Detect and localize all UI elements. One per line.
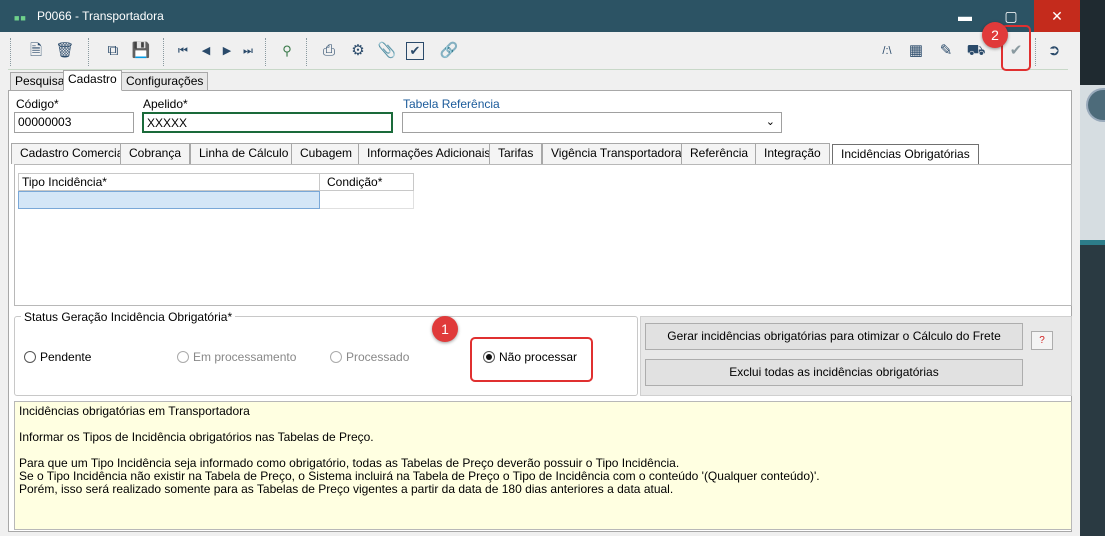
subtab-informacoes-adicionais[interactable]: Informações Adicionais <box>358 143 500 164</box>
grid-cell-condicao[interactable] <box>320 191 414 209</box>
tab-configuracoes[interactable]: Configurações <box>121 72 209 91</box>
subtab-incidencias-obrigatorias[interactable]: Incidências Obrigatórias <box>832 144 979 164</box>
info-line: Incidências obrigatórias em Transportado… <box>19 404 250 418</box>
info-line: Porém, isso será realizado somente para … <box>19 482 674 496</box>
desktop-area <box>1080 0 1105 85</box>
radio-pendente-label[interactable]: Pendente <box>40 350 91 364</box>
new-document-icon[interactable]: 🗎 <box>25 40 47 62</box>
minimize-button[interactable]: ▬ <box>942 0 988 32</box>
link-icon[interactable]: 🔗 <box>438 40 460 62</box>
subtab-cobranca[interactable]: Cobrança <box>120 143 191 164</box>
radio-processado <box>330 351 342 363</box>
desktop-area-lower <box>1080 245 1105 536</box>
excluir-incidencias-button[interactable]: Exclui todas as incidências obrigatórias <box>645 359 1023 386</box>
toolbar: 🗎 🗑 ⧉ 💾 ⏮ ◀ ▶ ⏭ ⚲ ⎙ ⚙ 📎 ✔ 🔗 /:\ ▦ ✎ ⛟ ✔ … <box>8 34 1068 70</box>
toolbar-separator <box>163 38 164 66</box>
tabela-referencia-select[interactable]: ⌄ <box>402 112 782 133</box>
table-icon[interactable]: ▦ <box>905 40 927 62</box>
next-record-icon[interactable]: ▶ <box>216 40 238 62</box>
attach-icon[interactable]: 📎 <box>376 40 398 62</box>
last-record-icon[interactable]: ⏭ <box>237 40 259 62</box>
minimize-icon: ▬ <box>958 8 972 24</box>
subtab-tarifas[interactable]: Tarifas <box>489 143 543 164</box>
info-line: Informar os Tipos de Incidência obrigató… <box>19 430 374 444</box>
toolbar-separator <box>88 38 89 66</box>
radio-processado-label: Processado <box>346 350 410 364</box>
window-title: P0066 - Transportadora <box>37 9 164 23</box>
truck-icon[interactable]: ⛟ <box>965 40 987 62</box>
tabela-referencia-label: Tabela Referência <box>403 97 500 111</box>
codigo-label: Código* <box>16 97 59 111</box>
copy-icon[interactable]: ⧉ <box>102 40 124 62</box>
delete-icon[interactable]: 🗑 <box>54 40 76 62</box>
check-icon[interactable]: ✔ <box>406 42 424 60</box>
tab-cadastro[interactable]: Cadastro <box>63 70 122 91</box>
close-icon: ✕ <box>1051 8 1063 24</box>
close-button[interactable]: ✕ <box>1034 0 1080 32</box>
subtab-cadastro-comercial[interactable]: Cadastro Comercial <box>11 143 136 164</box>
settings-icon[interactable]: ⚙ <box>347 40 369 62</box>
grid-cell-tipo-incidencia[interactable] <box>18 191 320 209</box>
annotation-badge-2: 2 <box>982 22 1008 48</box>
path-icon[interactable]: /:\ <box>876 40 898 62</box>
grid-header-tipo-incidencia[interactable]: Tipo Incidência* <box>18 173 320 191</box>
maximize-icon: ▢ <box>1004 8 1018 24</box>
toolbar-separator <box>10 38 11 66</box>
gerar-incidencias-button[interactable]: Gerar incidências obrigatórias para otim… <box>645 323 1023 350</box>
title-bar: ■■ P0066 - Transportadora ▬ ▢ ✕ <box>0 0 1080 32</box>
info-panel: Incidências obrigatórias em Transportado… <box>14 401 1072 530</box>
apelido-label: Apelido* <box>143 97 188 111</box>
desktop-avatar-icon <box>1086 88 1105 122</box>
print-icon[interactable]: ⎙ <box>318 40 340 62</box>
tab-pesquisa[interactable]: Pesquisa <box>10 72 70 91</box>
toolbar-separator <box>265 38 266 66</box>
first-record-icon[interactable]: ⏮ <box>172 40 194 62</box>
radio-pendente[interactable] <box>24 351 36 363</box>
previous-record-icon[interactable]: ◀ <box>195 40 217 62</box>
desktop-background <box>1080 0 1105 536</box>
toolbar-separator <box>1035 38 1036 66</box>
codigo-field[interactable]: 00000003 <box>14 112 134 133</box>
radio-em-processamento-label: Em processamento <box>193 350 297 364</box>
app-logo-icon: ■■ <box>14 13 27 23</box>
subtab-vigencia-transportadora[interactable]: Vigência Transportadora <box>542 143 691 164</box>
annotation-badge-1: 1 <box>432 316 458 342</box>
toolbar-separator <box>306 38 307 66</box>
subtab-referencia[interactable]: Referência <box>681 143 758 164</box>
subtab-linha-de-calculo[interactable]: Linha de Cálculo <box>190 143 298 164</box>
help-button[interactable]: ? <box>1031 331 1053 350</box>
search-record-icon[interactable]: ⚲ <box>276 40 298 62</box>
exit-icon[interactable]: ➲ <box>1043 40 1065 62</box>
nao-processar-highlight-box <box>470 337 593 382</box>
status-group-title: Status Geração Incidência Obrigatória* <box>21 310 236 324</box>
edit-icon[interactable]: ✎ <box>935 40 957 62</box>
apelido-field[interactable]: XXXXX <box>142 112 393 133</box>
radio-em-processamento <box>177 351 189 363</box>
grid-header-condicao[interactable]: Condição* <box>320 173 414 191</box>
subtab-integracao[interactable]: Integração <box>755 143 830 164</box>
chevron-down-icon: ⌄ <box>765 116 775 128</box>
save-icon[interactable]: 💾 <box>130 40 152 62</box>
subtab-cubagem[interactable]: Cubagem <box>291 143 362 164</box>
